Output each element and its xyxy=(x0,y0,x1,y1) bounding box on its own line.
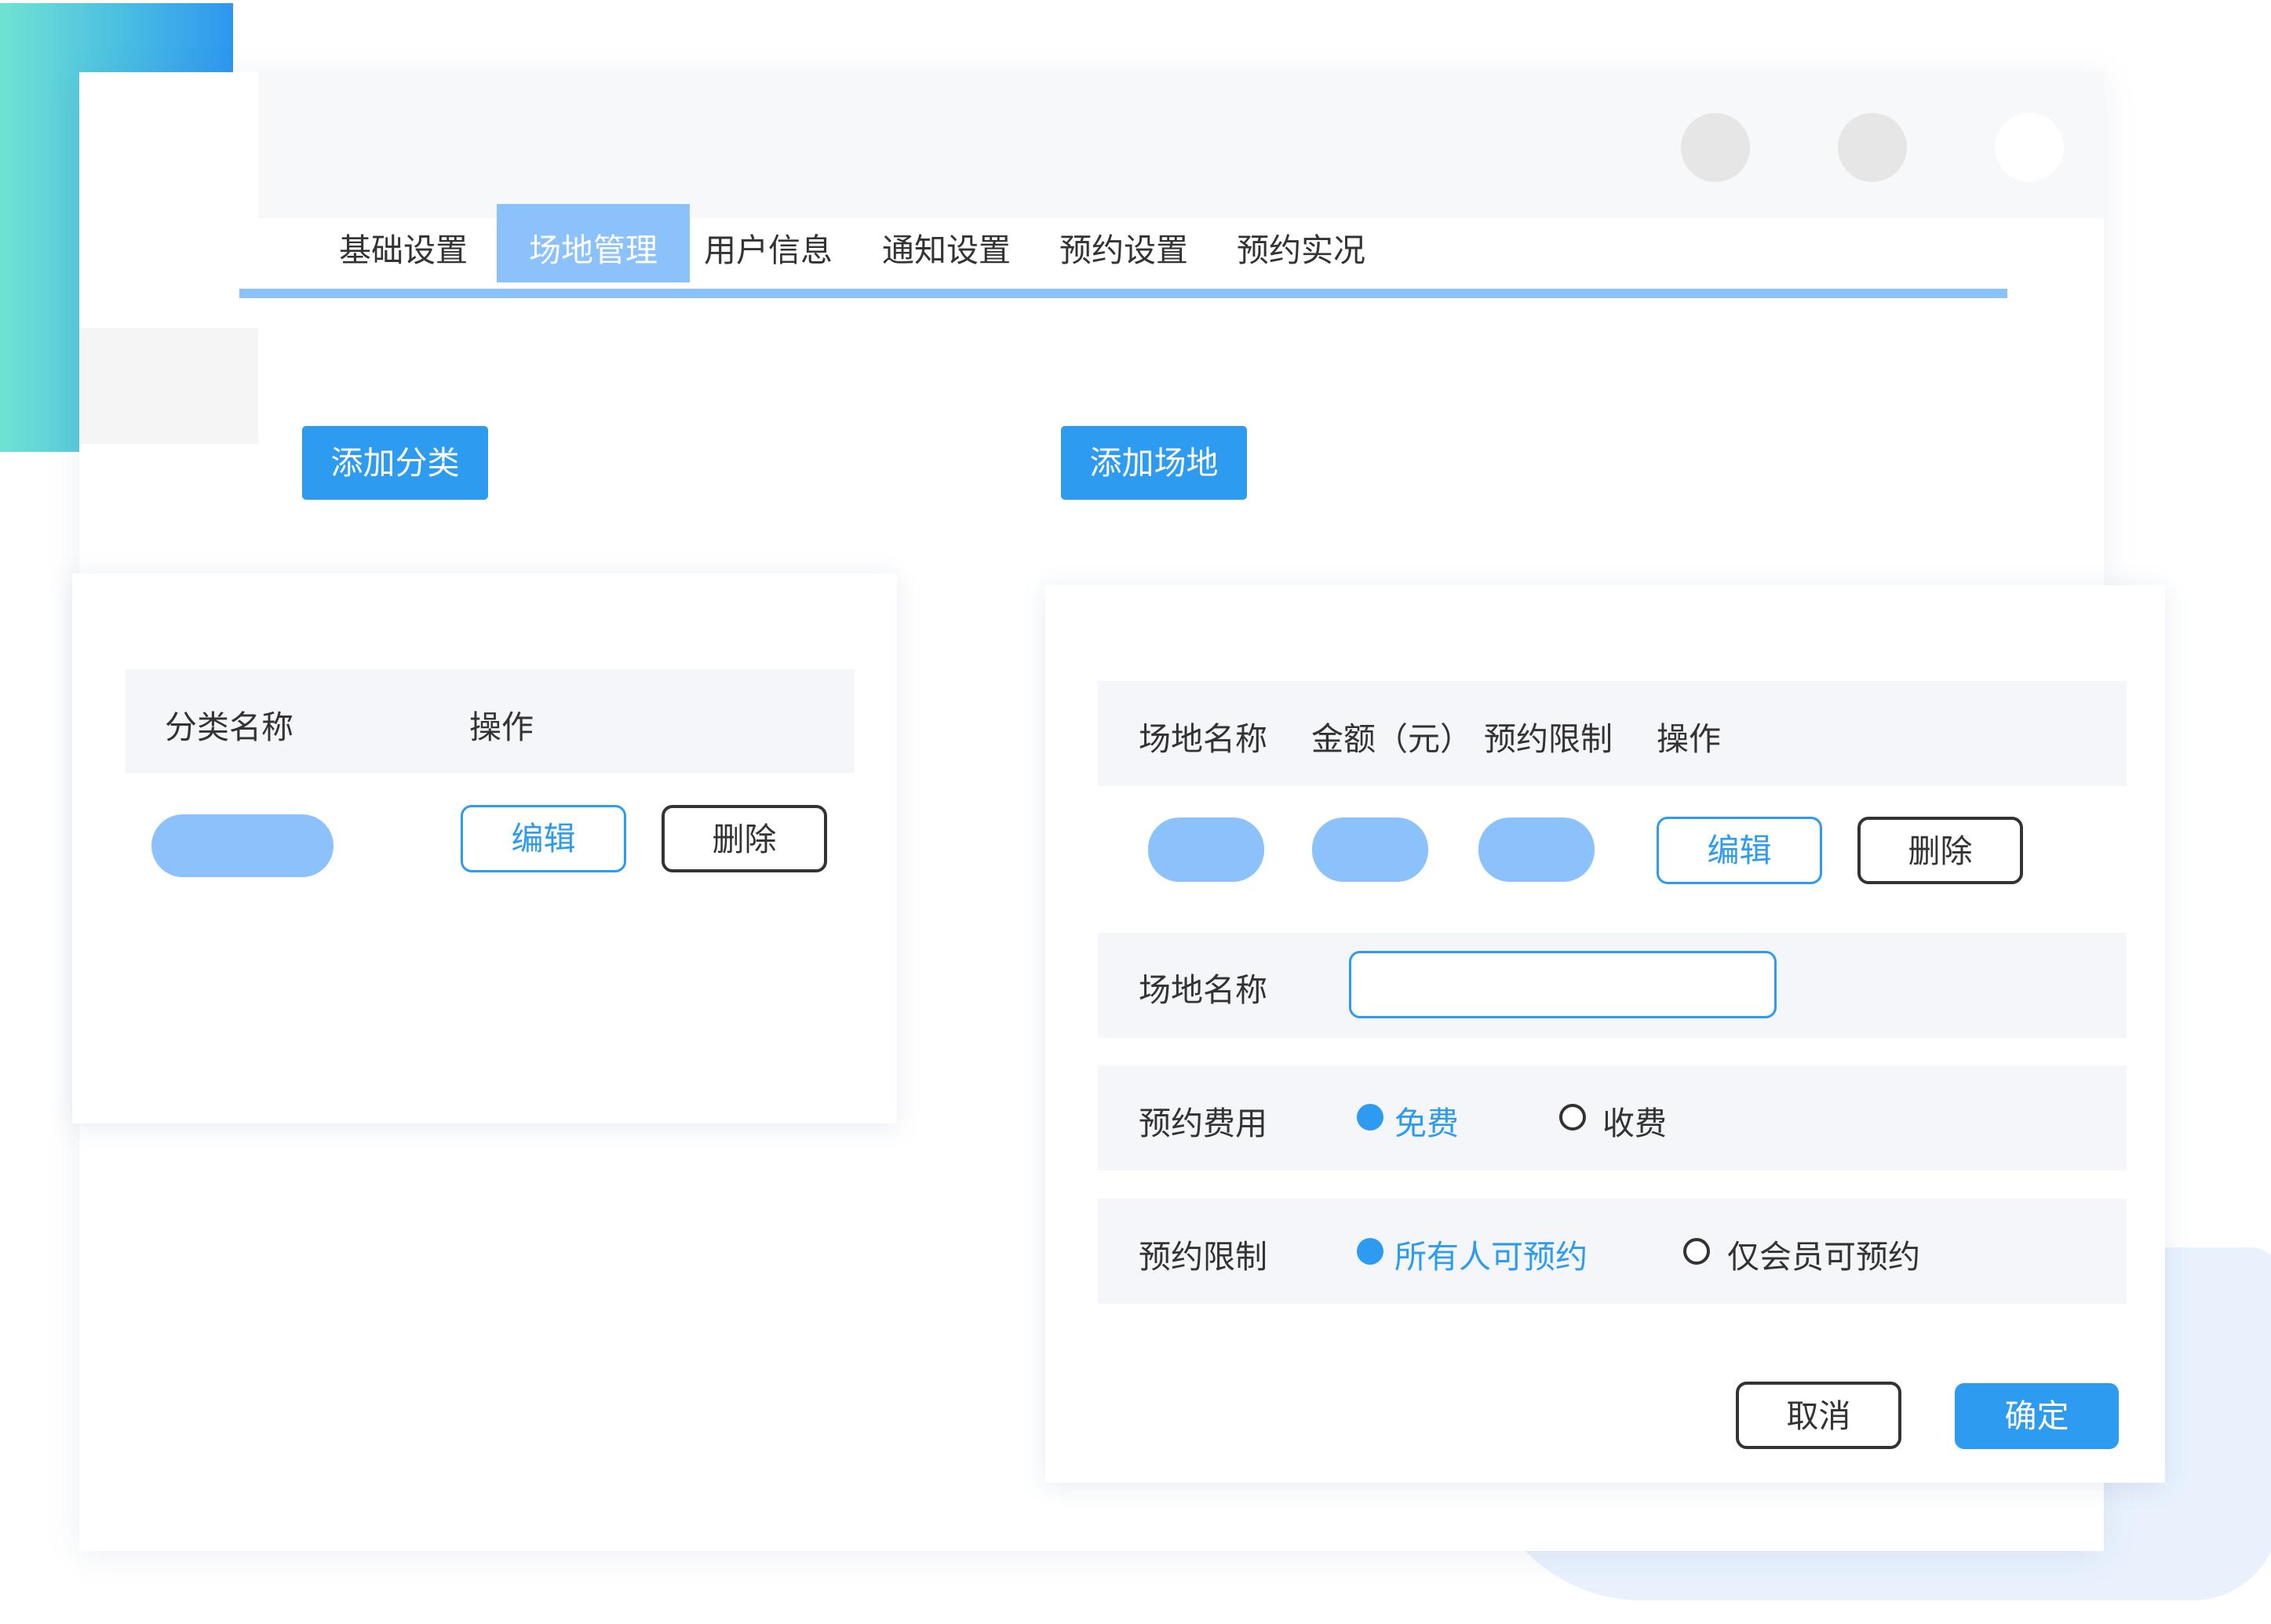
radio-paid-label[interactable]: 收费 xyxy=(1602,1097,1667,1144)
venue-amount-placeholder xyxy=(1312,817,1428,882)
screen: 基础设置 场地管理 用户信息 通知设置 预约设置 预约实况 添加分类 添加场地 … xyxy=(0,0,2271,1624)
confirm-button[interactable]: 确定 xyxy=(1955,1383,2119,1449)
radio-everyone-label[interactable]: 所有人可预约 xyxy=(1394,1230,1588,1277)
venue-name-label: 场地名称 xyxy=(1139,971,1267,1009)
venue-panel: 场地名称 金额（元） 预约限制 操作 编辑 删除 场地名称 预约费用 免费 收费… xyxy=(1045,585,2165,1483)
tab-underline xyxy=(239,289,2007,298)
booking-limit-label: 预约限制 xyxy=(1139,1238,1267,1276)
window-topbar xyxy=(258,72,2104,218)
tab-venue-management[interactable]: 场地管理 xyxy=(497,204,690,282)
booking-fee-label: 预约费用 xyxy=(1139,1105,1267,1142)
sidebar-placeholder xyxy=(79,328,258,444)
edit-venue-button[interactable]: 编辑 xyxy=(1657,817,1822,884)
radio-everyone[interactable] xyxy=(1357,1238,1383,1265)
category-name-placeholder xyxy=(151,814,334,877)
tab-booking-live[interactable]: 预约实况 xyxy=(1222,204,1380,282)
delete-category-button[interactable]: 删除 xyxy=(662,805,827,872)
window-control-dot[interactable] xyxy=(1995,113,2064,182)
radio-paid[interactable] xyxy=(1559,1104,1586,1131)
radio-free[interactable] xyxy=(1357,1104,1383,1131)
category-panel: 分类名称 操作 编辑 删除 xyxy=(72,573,897,1123)
venue-name-placeholder xyxy=(1148,817,1264,882)
column-header-booking-limit: 预约限制 xyxy=(1484,720,1613,758)
column-header-actions: 操作 xyxy=(469,708,534,746)
venue-name-input[interactable] xyxy=(1349,951,1777,1018)
column-header-amount: 金额（元） xyxy=(1311,720,1472,758)
add-category-button[interactable]: 添加分类 xyxy=(302,426,488,500)
tab-notification-settings[interactable]: 通知设置 xyxy=(867,204,1026,282)
radio-members-only-label[interactable]: 仅会员可预约 xyxy=(1727,1230,1920,1277)
add-venue-button[interactable]: 添加场地 xyxy=(1061,426,1247,500)
venue-limit-placeholder xyxy=(1478,817,1595,882)
cancel-button[interactable]: 取消 xyxy=(1736,1382,1901,1449)
tab-booking-settings[interactable]: 预约设置 xyxy=(1044,204,1203,282)
column-header-category-name: 分类名称 xyxy=(165,708,293,746)
radio-members-only[interactable] xyxy=(1683,1238,1710,1265)
window-control-dot[interactable] xyxy=(1681,113,1750,182)
tab-user-info[interactable]: 用户信息 xyxy=(690,204,847,282)
tab-basic-settings[interactable]: 基础设置 xyxy=(324,204,483,282)
column-header-venue-name: 场地名称 xyxy=(1139,720,1267,758)
window-control-dot[interactable] xyxy=(1838,113,1907,182)
delete-venue-button[interactable]: 删除 xyxy=(1857,817,2023,884)
radio-free-label[interactable]: 免费 xyxy=(1394,1097,1459,1144)
edit-category-button[interactable]: 编辑 xyxy=(461,805,626,872)
column-header-actions: 操作 xyxy=(1657,720,1721,758)
